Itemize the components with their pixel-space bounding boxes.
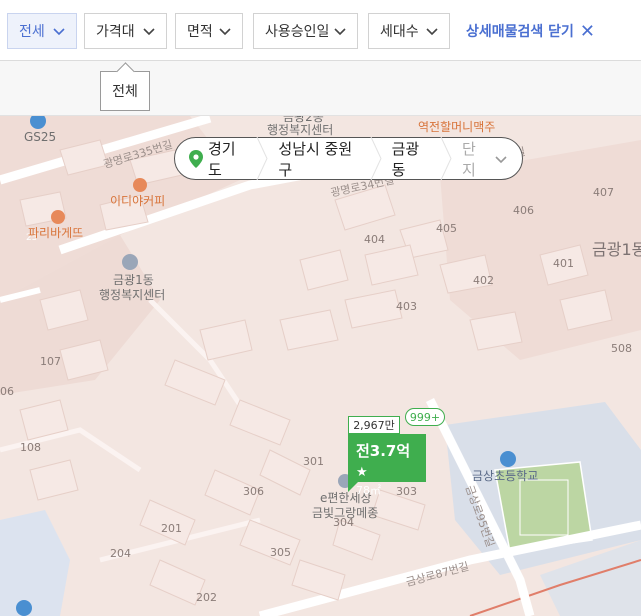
area-label-big: 금광1동 xyxy=(592,240,641,259)
chevron-down-icon xyxy=(425,24,439,38)
close-detail-search-button[interactable]: 상세매물검색 닫기 ✕ xyxy=(466,13,595,49)
filter-price-label: 가격대 xyxy=(96,24,135,40)
poi-bakery[interactable]: 파리바게뜨 xyxy=(28,226,83,241)
chevron-down-icon xyxy=(333,24,347,38)
filter-deal-type-button[interactable]: 전세 xyxy=(7,13,77,49)
marker-price: 전3.7억 xyxy=(356,442,411,460)
lot-number: 401 xyxy=(553,257,574,270)
lot-number: 202 xyxy=(196,591,217,604)
filter-tooltip: 전체 xyxy=(100,71,150,111)
filter-approval-date-label: 사용승인일 xyxy=(265,24,330,40)
lot-number: 305 xyxy=(270,546,291,559)
chevron-down-icon xyxy=(142,24,156,38)
listing-count-text: 999+ xyxy=(409,410,441,424)
breadcrumb-dong[interactable]: 금광동 xyxy=(392,138,430,180)
lot-number: 306 xyxy=(243,485,264,498)
marker-unit-price-text: 2,967만 xyxy=(353,419,395,432)
lot-number: 402 xyxy=(473,274,494,287)
star-icon: ★ xyxy=(356,465,368,480)
poi-admin-center-name[interactable]: 금광1동 xyxy=(113,273,154,288)
filter-deal-type-label: 전세 xyxy=(19,24,45,40)
filter-price-button[interactable]: 가격대 xyxy=(84,13,167,49)
filter-households-button[interactable]: 세대수 xyxy=(368,13,450,49)
breadcrumb-complex-label: 단지 xyxy=(461,139,476,179)
filter-area-label: 면적 xyxy=(187,24,213,40)
poi-money-bar[interactable]: 역전할머니맥주 xyxy=(418,120,495,135)
breadcrumb-province-label: 경기도 xyxy=(208,139,236,179)
lot-number: 301 xyxy=(303,455,324,468)
chevron-down-icon xyxy=(52,24,66,38)
lot-number: 304 xyxy=(333,516,354,529)
marker-unit-price: 2,967만 xyxy=(348,416,400,434)
lot-number: 404 xyxy=(364,233,385,246)
breadcrumb-separator xyxy=(246,137,278,180)
breadcrumb-city[interactable]: 성남시 중원구 xyxy=(278,138,359,180)
lot-number: 508 xyxy=(611,342,632,355)
lot-number: 403 xyxy=(396,300,417,313)
breadcrumb-dong-label: 금광동 xyxy=(391,139,420,179)
lot-number: 108 xyxy=(20,441,41,454)
location-pin-icon xyxy=(189,149,203,168)
filter-approval-date-button[interactable]: 사용승인일 xyxy=(253,13,358,49)
lot-number: 107 xyxy=(40,355,61,368)
tooltip-text: 전체 xyxy=(112,84,138,100)
filter-households-label: 세대수 xyxy=(380,24,419,40)
close-detail-search-label: 상세매물검색 닫기 xyxy=(466,24,574,40)
marker-body: 전3.7억 ★ 78㎡ xyxy=(348,434,426,497)
location-breadcrumb: 경기도 성남시 중원구 금광동 단지 xyxy=(174,137,523,180)
filter-bar: 전세 가격대 면적 사용승인일 세대수 상세매물검색 닫기 ✕ xyxy=(0,0,641,61)
dropdown-panel-bar xyxy=(0,61,641,116)
poi-admin-center-label[interactable]: 행정복지센터 xyxy=(99,288,165,303)
close-icon: ✕ xyxy=(579,20,596,42)
lot-number: 406 xyxy=(513,204,534,217)
breadcrumb-complex[interactable]: 단지 xyxy=(462,138,508,180)
breadcrumb-separator xyxy=(430,137,462,180)
poi-school[interactable]: 금상초등학교 xyxy=(472,469,538,484)
breadcrumb-province[interactable]: 경기도 xyxy=(208,138,246,180)
lot-number: 201 xyxy=(161,522,182,535)
breadcrumb-city-label: 성남시 중원구 xyxy=(278,139,353,179)
map-canvas[interactable]: 25 GS25 금광2동 행정복지센터 역전할머니맥주 이디야커피 파리바게뜨 … xyxy=(0,116,641,616)
marker-area: 78㎡ xyxy=(356,484,381,497)
gs25-label[interactable]: GS25 xyxy=(24,130,56,145)
lot-number: 407 xyxy=(593,186,614,199)
admin-center-top[interactable]: 행정복지센터 xyxy=(267,123,333,138)
map-base-layer xyxy=(0,116,641,616)
breadcrumb-separator xyxy=(360,137,392,180)
lot-number: 204 xyxy=(110,547,131,560)
chevron-down-icon xyxy=(218,24,232,38)
lot-number: 405 xyxy=(436,222,457,235)
chevron-down-icon xyxy=(494,152,508,166)
listing-count-badge[interactable]: 999+ xyxy=(405,408,445,426)
poi-cafe[interactable]: 이디야커피 xyxy=(110,194,165,209)
filter-area-button[interactable]: 면적 xyxy=(175,13,243,49)
lot-number: 06 xyxy=(0,385,14,398)
